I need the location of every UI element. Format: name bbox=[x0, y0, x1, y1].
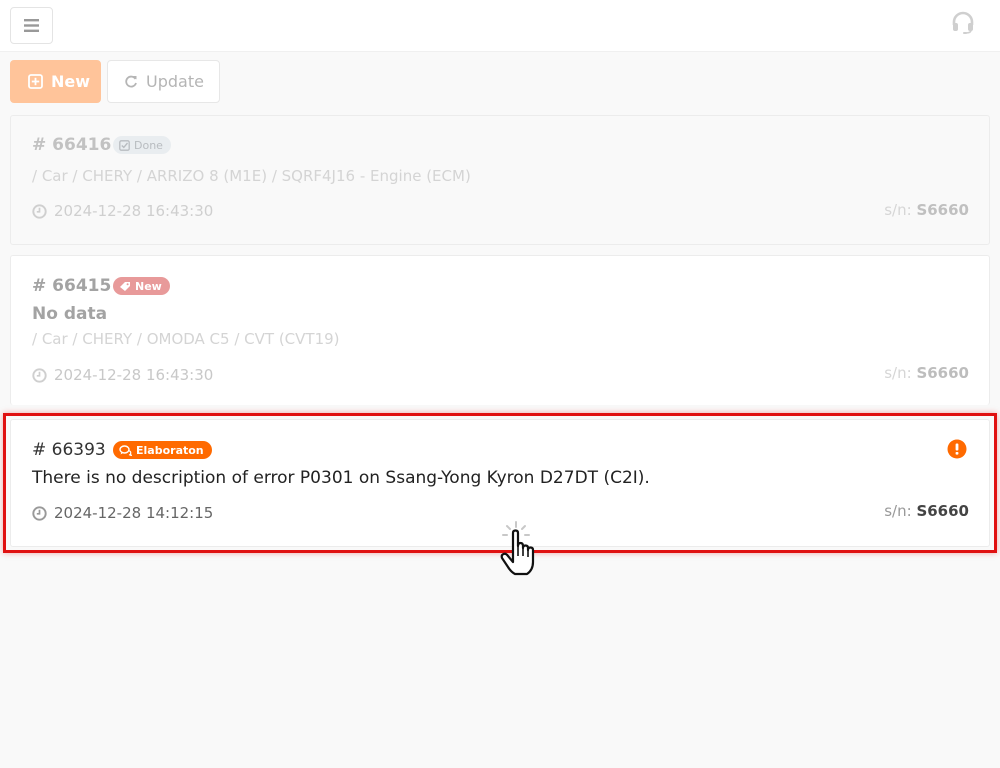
hamburger-menu-icon bbox=[24, 19, 39, 32]
ticket-time: 2024-12-28 16:43:30 bbox=[32, 202, 213, 220]
ticket-id: # 66416 bbox=[32, 135, 112, 155]
ticket-id: # 66415 bbox=[32, 276, 112, 296]
plus-square-icon bbox=[28, 74, 43, 89]
serial-number-value: S6660 bbox=[916, 364, 969, 382]
status-badge: Done bbox=[113, 136, 171, 154]
menu-button[interactable] bbox=[10, 7, 53, 44]
status-badge: New bbox=[113, 277, 170, 295]
ticket-time-value: 2024-12-28 16:43:30 bbox=[54, 366, 214, 384]
ticket-title: No data bbox=[32, 304, 108, 324]
clock-icon bbox=[32, 367, 47, 383]
ticket-card[interactable]: # 66415 New No data / Car / CHERY / OMOD… bbox=[10, 255, 990, 405]
check-square-icon bbox=[119, 139, 130, 151]
update-button-label: Update bbox=[146, 72, 204, 91]
serial-number: s/n: S6660 bbox=[884, 364, 969, 382]
serial-number-label: s/n: bbox=[884, 201, 912, 219]
ticket-time: 2024-12-28 16:43:30 bbox=[32, 366, 213, 384]
ticket-path: / Car / CHERY / OMODA C5 / CVT (CVT19) bbox=[32, 330, 340, 348]
ticket-card[interactable]: # 66416 Done / Car / CHERY / ARRIZO 8 (M… bbox=[10, 115, 990, 245]
ticket-time-value: 2024-12-28 16:43:30 bbox=[54, 202, 214, 220]
clock-icon bbox=[32, 203, 47, 219]
hand-pointer-cursor-icon bbox=[500, 521, 535, 576]
status-badge-label: New bbox=[135, 279, 162, 293]
serial-number-label: s/n: bbox=[884, 364, 912, 382]
headset-icon[interactable] bbox=[950, 10, 976, 36]
serial-number-value: S6660 bbox=[916, 201, 969, 219]
serial-number: s/n: S6660 bbox=[884, 201, 969, 219]
new-button[interactable]: New bbox=[10, 60, 101, 103]
top-bar bbox=[0, 0, 1000, 52]
toolbar: New Update bbox=[10, 60, 220, 103]
new-button-label: New bbox=[51, 72, 91, 91]
tag-icon bbox=[120, 281, 130, 291]
refresh-icon bbox=[125, 75, 137, 88]
ticket-path: / Car / CHERY / ARRIZO 8 (M1E) / SQRF4J1… bbox=[32, 167, 471, 185]
status-badge-label: Done bbox=[134, 138, 163, 152]
update-button[interactable]: Update bbox=[107, 60, 220, 103]
